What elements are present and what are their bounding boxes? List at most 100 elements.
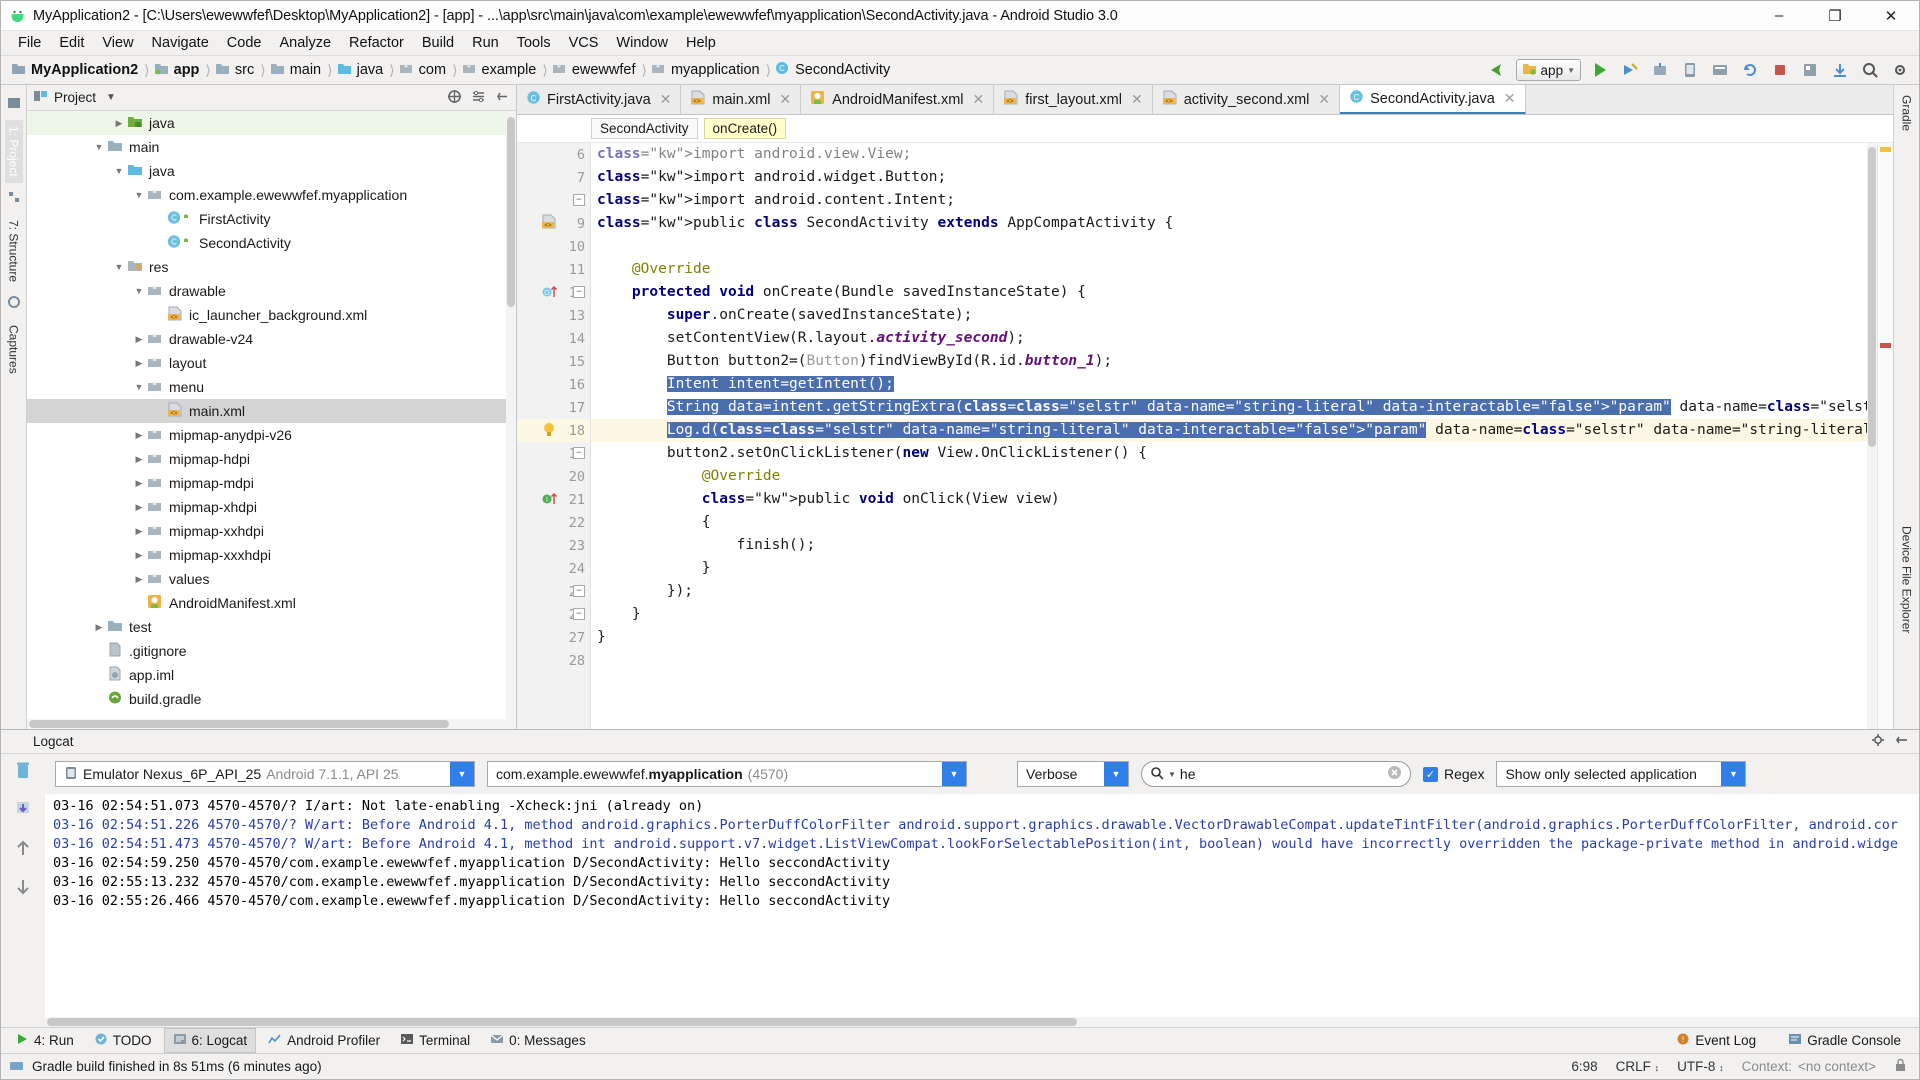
sdk-manager-icon[interactable]: [1709, 59, 1731, 81]
editor-code-lines[interactable]: class="kw">import android.view.View; clas…: [591, 143, 1893, 729]
close-button[interactable]: ✕: [1863, 1, 1919, 31]
gutter-line-11[interactable]: 11: [517, 258, 590, 281]
breadcrumb-main[interactable]: main: [270, 62, 325, 79]
code-line-19[interactable]: button2.setOnClickListener(new View.OnCl…: [591, 442, 1893, 465]
tree-node-values[interactable]: ▶ values: [27, 567, 516, 591]
bottom-tab-android-profiler[interactable]: Android Profiler: [260, 1029, 388, 1052]
clear-search-icon[interactable]: [1387, 765, 1402, 783]
caret-position[interactable]: 6:98: [1571, 1059, 1597, 1074]
chevron-down-icon[interactable]: ▼: [131, 190, 147, 200]
menu-window[interactable]: Window: [607, 35, 677, 51]
code-line-10[interactable]: [591, 235, 1893, 258]
tree-node-mipmap-hdpi[interactable]: ▶ mipmap-hdpi: [27, 447, 516, 471]
sync-gradle-icon[interactable]: [1739, 59, 1761, 81]
gutter-line-24[interactable]: 24: [517, 557, 590, 580]
tree-node-com-example-ewewwfef-myapplication[interactable]: ▼ com.example.ewewwfef.myapplication: [27, 183, 516, 207]
tree-node-layout[interactable]: ▶ layout: [27, 351, 516, 375]
override-method-icon[interactable]: O: [541, 283, 559, 305]
editor-tab-androidmanifest-xml[interactable]: AndroidManifest.xml ✕: [801, 85, 995, 114]
gutter-line-20[interactable]: 20: [517, 465, 590, 488]
gutter-line-22[interactable]: 22: [517, 511, 590, 534]
tree-node-mipmap-xxxhdpi[interactable]: ▶ mipmap-xxxhdpi: [27, 543, 516, 567]
minimize-button[interactable]: –: [1751, 1, 1807, 31]
scroll-to-end-icon[interactable]: [14, 799, 32, 822]
editor-tab-first-layout-xml[interactable]: <> first_layout.xml ✕: [994, 85, 1153, 114]
logcat-hscrollbar[interactable]: [45, 1017, 1919, 1027]
project-structure-icon[interactable]: [1799, 59, 1821, 81]
hide-icon[interactable]: [495, 89, 510, 107]
chevron-right-icon[interactable]: ▶: [91, 622, 107, 633]
menu-build[interactable]: Build: [413, 35, 463, 51]
tree-node-mipmap-mdpi[interactable]: ▶ mipmap-mdpi: [27, 471, 516, 495]
chevron-down-icon[interactable]: ▼: [1721, 762, 1746, 786]
tree-node-test[interactable]: ▶ test: [27, 615, 516, 639]
project-rail-icon[interactable]: [7, 96, 21, 113]
menu-run[interactable]: Run: [463, 35, 508, 51]
menu-view[interactable]: View: [93, 35, 142, 51]
breadcrumb-secondactivity[interactable]: C SecondActivity: [775, 61, 894, 79]
trash-icon[interactable]: [14, 760, 32, 783]
gutter-line-12[interactable]: 12O−: [517, 281, 590, 304]
chevron-right-icon[interactable]: ▶: [111, 118, 127, 129]
project-tree-hscrollbar[interactable]: [27, 719, 516, 729]
rail-tab-captures[interactable]: Captures: [5, 319, 23, 380]
code-line-13[interactable]: super.onCreate(savedInstanceState);: [591, 304, 1893, 327]
fold-toggle-icon[interactable]: −: [573, 286, 585, 298]
code-line-8[interactable]: class="kw">import android.content.Intent…: [591, 189, 1893, 212]
tree-node-app-iml[interactable]: app.iml: [27, 663, 516, 687]
fold-toggle-icon[interactable]: −: [573, 608, 585, 620]
gutter-line-19[interactable]: 19−: [517, 442, 590, 465]
logcat-output[interactable]: 03-16 02:54:51.073 4570-4570/? I/art: No…: [45, 794, 1919, 1017]
settings-icon[interactable]: [471, 89, 486, 107]
menu-vcs[interactable]: VCS: [560, 35, 608, 51]
chevron-right-icon[interactable]: ▶: [131, 550, 147, 561]
code-line-25[interactable]: });: [591, 580, 1893, 603]
menu-file[interactable]: File: [9, 35, 50, 51]
intention-bulb-icon[interactable]: [541, 421, 557, 443]
gutter-line-8[interactable]: 8−: [517, 189, 590, 212]
rail-tab-gradle[interactable]: Gradle: [1898, 89, 1916, 137]
tree-node-mipmap-xhdpi[interactable]: ▶ mipmap-xhdpi: [27, 495, 516, 519]
code-line-9[interactable]: class="kw">public class SecondActivity e…: [591, 212, 1893, 235]
chevron-right-icon[interactable]: ▶: [131, 430, 147, 441]
code-line-27[interactable]: }: [591, 626, 1893, 649]
run-icon[interactable]: [1589, 59, 1611, 81]
scrollbar-thumb[interactable]: [507, 117, 515, 307]
tree-node-mipmap-anydpi-v26[interactable]: ▶ mipmap-anydpi-v26: [27, 423, 516, 447]
up-arrow-icon[interactable]: [14, 838, 32, 861]
gutter-line-13[interactable]: 13: [517, 304, 590, 327]
gutter-line-15[interactable]: 15: [517, 350, 590, 373]
chevron-right-icon[interactable]: ▶: [131, 478, 147, 489]
breadcrumb-myapplication[interactable]: myapplication: [651, 62, 764, 79]
code-line-11[interactable]: @Override: [591, 258, 1893, 281]
code-line-16[interactable]: Intent intent=getIntent();: [591, 373, 1893, 396]
run-configuration-selector[interactable]: app ▼: [1515, 59, 1581, 81]
tree-node-mipmap-xxhdpi[interactable]: ▶ mipmap-xxhdpi: [27, 519, 516, 543]
fold-toggle-icon[interactable]: −: [573, 447, 585, 459]
structure-rail-icon[interactable]: [7, 190, 21, 207]
gutter-line-17[interactable]: 17: [517, 396, 590, 419]
line-separator[interactable]: CRLF ↕: [1616, 1059, 1660, 1074]
xml-layout-icon[interactable]: <>: [541, 214, 557, 234]
breadcrumb-app[interactable]: app: [154, 62, 204, 79]
chevron-down-icon[interactable]: ▼: [131, 382, 147, 392]
chevron-right-icon[interactable]: ▶: [131, 574, 147, 585]
bottom-tab-todo[interactable]: TODO: [86, 1029, 160, 1052]
download-icon[interactable]: [1829, 59, 1851, 81]
gutter-line-23[interactable]: 23: [517, 534, 590, 557]
code-line-12[interactable]: protected void onCreate(Bundle savedInst…: [591, 281, 1893, 304]
editor-gutter[interactable]: 678−9<>101112O−13141516171819−2021I22232…: [517, 143, 591, 729]
regex-checkbox[interactable]: ✓ Regex: [1423, 766, 1484, 782]
close-icon[interactable]: ✕: [779, 91, 791, 108]
code-line-21[interactable]: class="kw">public void onClick(View view…: [591, 488, 1893, 511]
editor-marker-stripe[interactable]: [1877, 143, 1893, 729]
menu-tools[interactable]: Tools: [508, 35, 560, 51]
chevron-down-icon[interactable]: ▼: [1104, 762, 1128, 786]
project-tree[interactable]: ▶ java ▼ main ▼ java ▼ com.example.ewewwfef.mya…: [27, 111, 516, 719]
gutter-line-9[interactable]: 9 <>: [517, 212, 590, 235]
menu-edit[interactable]: Edit: [50, 35, 93, 51]
scope-filter-selector[interactable]: Show only selected application ▼: [1496, 761, 1747, 787]
logcat-search-input[interactable]: ▼ he: [1141, 761, 1411, 787]
breadcrumb-ewewwfef[interactable]: ewewwfef: [552, 62, 640, 79]
code-line-20[interactable]: @Override: [591, 465, 1893, 488]
